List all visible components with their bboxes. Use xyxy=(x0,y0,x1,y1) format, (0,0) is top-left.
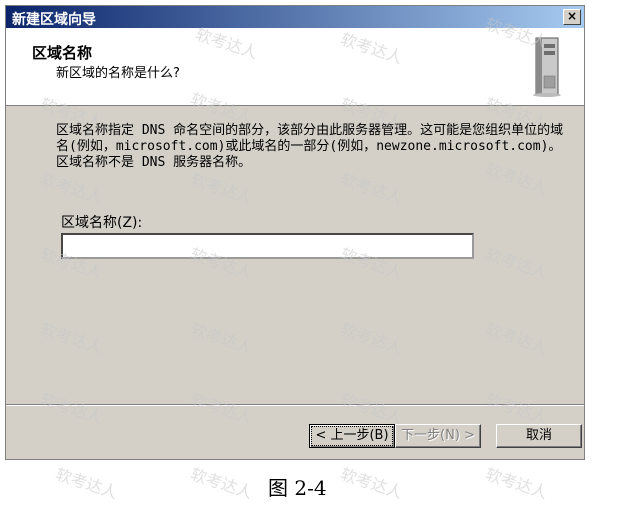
close-icon: × xyxy=(566,9,578,23)
zone-name-description: 区域名称指定 DNS 命名空间的部分，该部分由此服务器管理。这可能是您组织单位的… xyxy=(56,123,564,170)
watermark: 软考达人 xyxy=(188,464,255,503)
new-zone-wizard-dialog: 新建区域向导 × 区域名称 新区域的名称是什么? 区域名称指定 DNS 命名空间… xyxy=(5,5,585,460)
cancel-button[interactable]: 取消 xyxy=(496,424,582,448)
watermark: 软考达人 xyxy=(483,464,550,503)
zone-name-label: 区域名称(Z): xyxy=(61,215,143,231)
zone-name-input[interactable] xyxy=(61,233,474,259)
watermark: 软考达人 xyxy=(338,464,405,503)
page-subtitle: 新区域的名称是什么? xyxy=(56,66,180,81)
back-button[interactable]: < 上一步(B) xyxy=(309,424,395,448)
back-button-label: < 上一步(B) xyxy=(311,426,393,446)
wizard-header: 区域名称 新区域的名称是什么? xyxy=(6,28,584,106)
window-title: 新建区域向导 xyxy=(12,12,96,28)
server-tower-icon xyxy=(533,37,561,97)
wizard-content: 区域名称指定 DNS 命名空间的部分，该部分由此服务器管理。这可能是您组织单位的… xyxy=(6,105,584,405)
next-button[interactable]: 下一步(N) > xyxy=(395,424,481,448)
title-bar: 新建区域向导 × xyxy=(6,6,584,28)
figure-caption: 图 2-4 xyxy=(268,476,327,500)
watermark: 软考达人 xyxy=(53,464,120,503)
button-separator xyxy=(6,404,584,406)
page-title: 区域名称 xyxy=(32,44,93,62)
close-button[interactable]: × xyxy=(563,9,581,25)
